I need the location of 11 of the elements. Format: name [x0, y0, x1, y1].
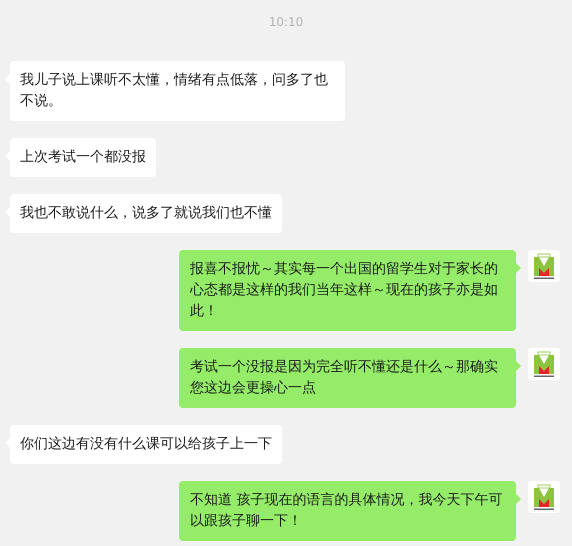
- message-bubble: 上次考试一个都没报: [10, 138, 156, 177]
- timestamp: 10:10: [268, 14, 304, 31]
- message-bubble: 你们这边有没有什么课可以给孩子上一下: [10, 425, 282, 464]
- logo-avatar-icon: [528, 348, 560, 380]
- message-bubble: 我也不敢说什么，说多了就说我们也不懂: [10, 194, 282, 233]
- message-bubble: 不知道 孩子现在的语言的具体情况，我今天下午可以跟孩子聊一下！: [179, 481, 516, 541]
- message-bubble: 我儿子说上课听不太懂，情绪有点低落，问多了也不说。: [10, 61, 345, 121]
- message-bubble: 考试一个没报是因为完全听不懂还是什么～那确实您这边会更操心一点: [179, 348, 516, 408]
- logo-avatar-icon: [528, 250, 560, 282]
- message-bubble: 报喜不报忧～其实每一个出国的留学生对于家长的心态都是这样的我们当年这样～现在的孩子亦是如此！: [179, 250, 516, 331]
- logo-avatar-icon: [528, 481, 560, 513]
